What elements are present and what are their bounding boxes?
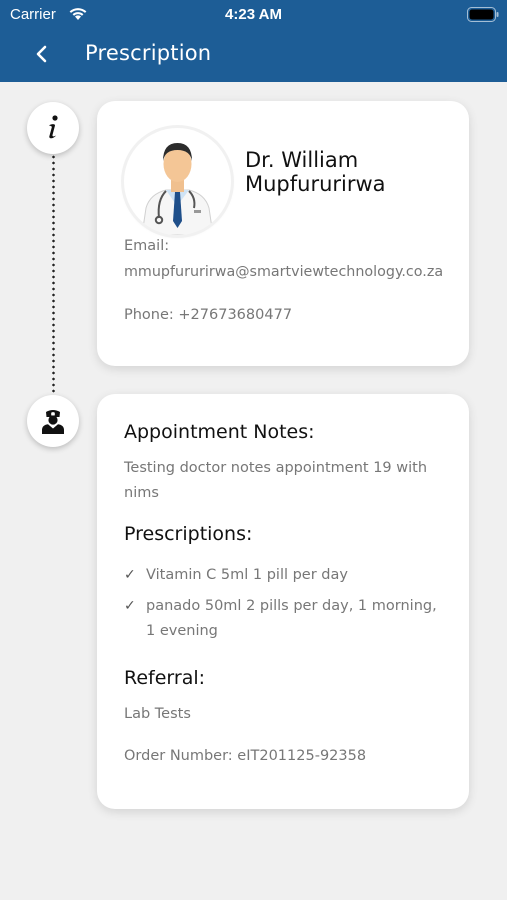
order-number: Order Number: eIT201125-92358 [124,748,367,764]
doctor-email[interactable]: mmupfururirwa@smartviewtechnology.co.za [124,264,443,280]
info-icon [49,115,58,139]
clock: 4:23 AM [225,6,282,23]
referral-text: Lab Tests [124,706,191,722]
doctor-name: Dr. William Mupfururirwa [245,148,386,196]
timeline-nurse-node [27,395,79,447]
status-bar: Carrier 4:23 AM [0,0,507,30]
appointment-notes-text: Testing doctor notes appointment 19 with… [124,460,428,501]
app-header: Carrier 4:23 AM Prescription [0,0,507,82]
doctor-card: Dr. William Mupfururirwa Email: mmupfuru… [97,101,469,366]
timeline-connector [52,154,55,394]
appointment-notes-heading: Appointment Notes: [124,421,315,443]
prescription-item: ✓ Vitamin C 5ml 1 pill per day [124,563,444,588]
doctor-phone[interactable]: Phone: +27673680477 [124,307,292,323]
prescriptions-heading: Prescriptions: [124,523,253,545]
battery-icon [467,7,499,22]
nurse-icon [42,410,64,434]
prescription-text: panado 50ml 2 pills per day, 1 morning, … [146,598,437,639]
prescription-item: ✓ panado 50ml 2 pills per day, 1 morning… [124,594,444,644]
referral-heading: Referral: [124,667,206,689]
page-title: Prescription [85,41,212,65]
email-label: Email: [124,238,170,254]
back-button[interactable] [32,42,52,66]
timeline-info-node [27,102,79,154]
doctor-illustration [141,143,214,235]
prescription-text: Vitamin C 5ml 1 pill per day [146,567,348,583]
check-icon: ✓ [124,567,136,583]
doctor-avatar [124,128,231,235]
appointment-card: Appointment Notes: Testing doctor notes … [97,394,469,809]
check-icon: ✓ [124,598,136,614]
